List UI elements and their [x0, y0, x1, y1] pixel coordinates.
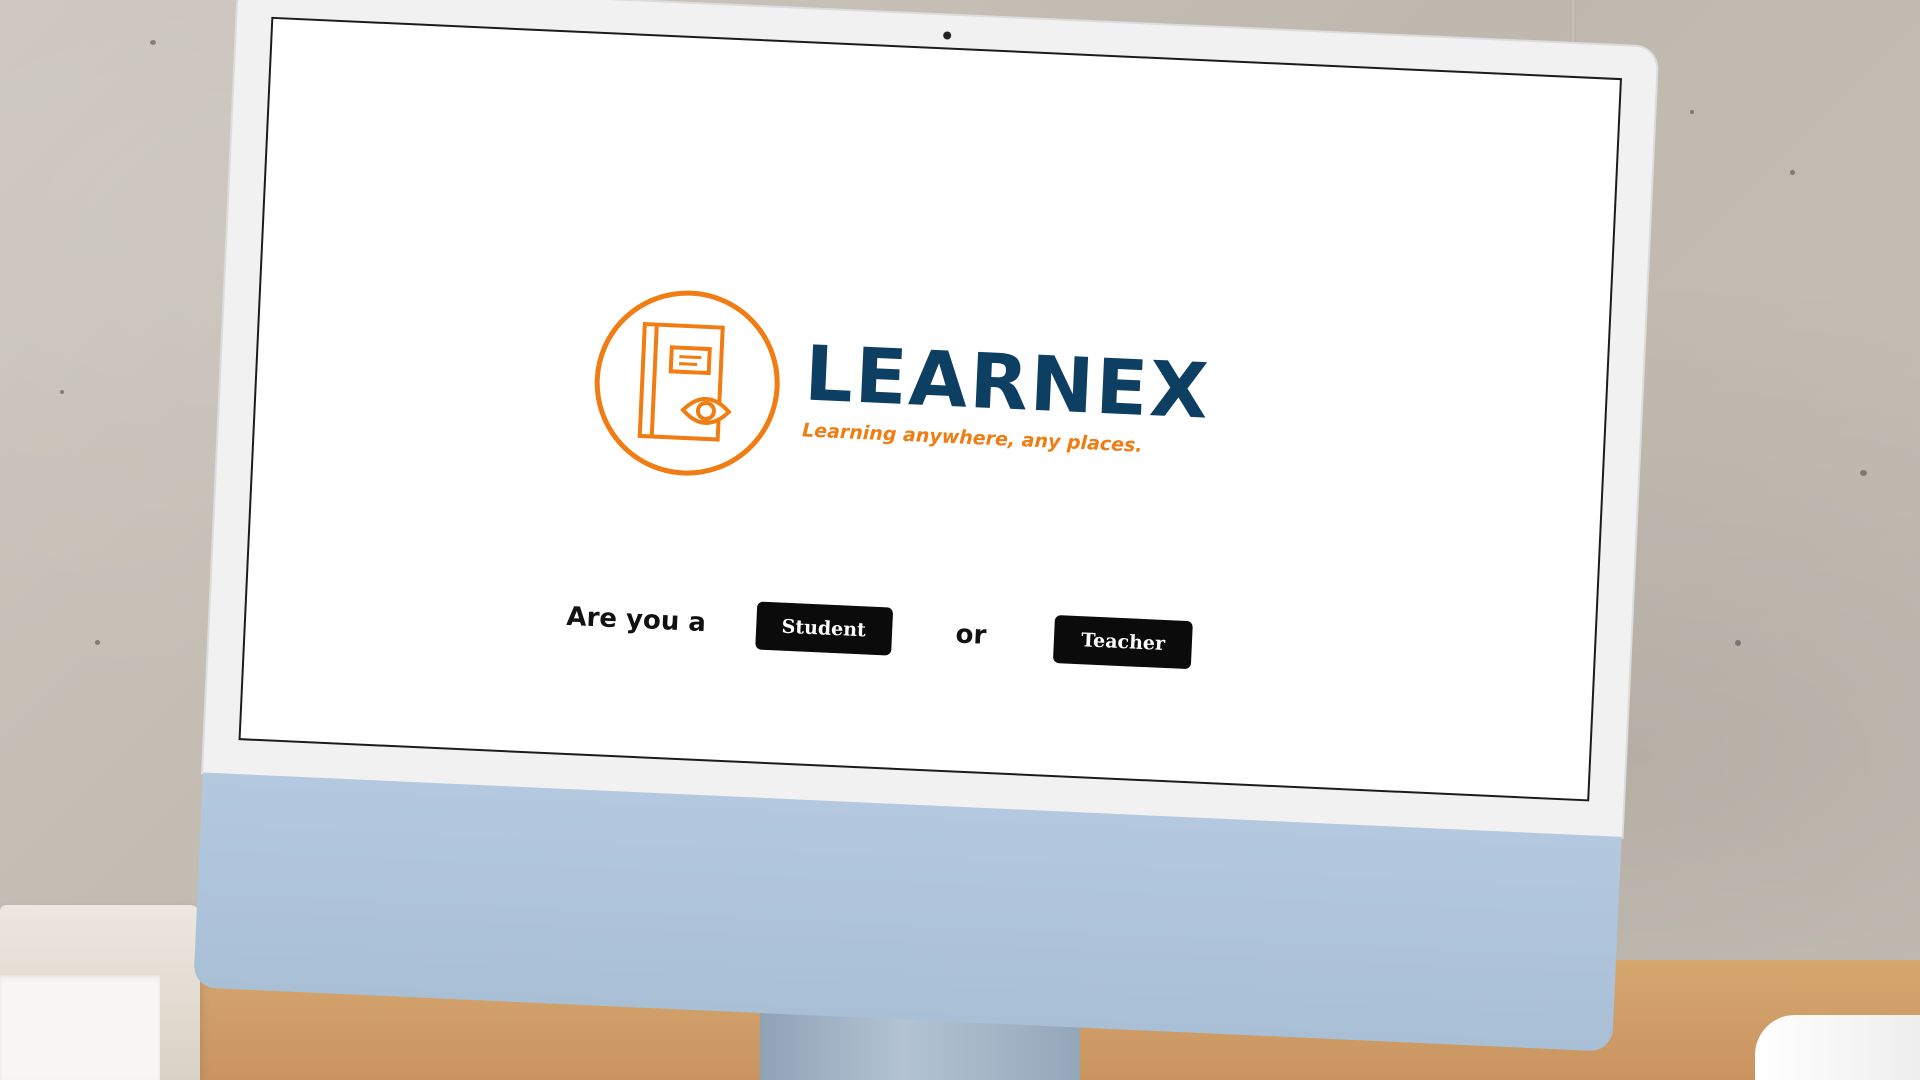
wall-speck: [1690, 110, 1694, 114]
book-eye-icon: [594, 290, 780, 476]
monitor-bezel: LEARNEX Learning anywhere, any places. A…: [203, 0, 1658, 837]
student-button[interactable]: Student: [754, 601, 893, 656]
role-prompt-text: Are you a: [565, 601, 707, 639]
brand-text: LEARNEX Learning anywhere, any places.: [802, 328, 1213, 459]
or-text: or: [954, 619, 987, 651]
wall-speck: [1860, 470, 1867, 476]
brand-header: LEARNEX Learning anywhere, any places.: [588, 284, 1214, 502]
monitor: LEARNEX Learning anywhere, any places. A…: [193, 0, 1658, 1067]
brand-name: LEARNEX: [802, 328, 1213, 436]
coffee-mug: [1755, 1015, 1920, 1080]
paper-stack: [0, 975, 160, 1080]
wall-speck: [60, 390, 64, 394]
wall-speck: [150, 40, 156, 45]
wall-speck: [95, 640, 100, 645]
camera-icon: [943, 31, 952, 40]
wall-speck: [1790, 170, 1795, 175]
teacher-button[interactable]: Teacher: [1053, 615, 1194, 670]
wall-speck: [1735, 640, 1741, 646]
monitor-screen: LEARNEX Learning anywhere, any places. A…: [238, 16, 1622, 802]
role-selection: Are you a Student or Teacher: [565, 593, 1194, 670]
